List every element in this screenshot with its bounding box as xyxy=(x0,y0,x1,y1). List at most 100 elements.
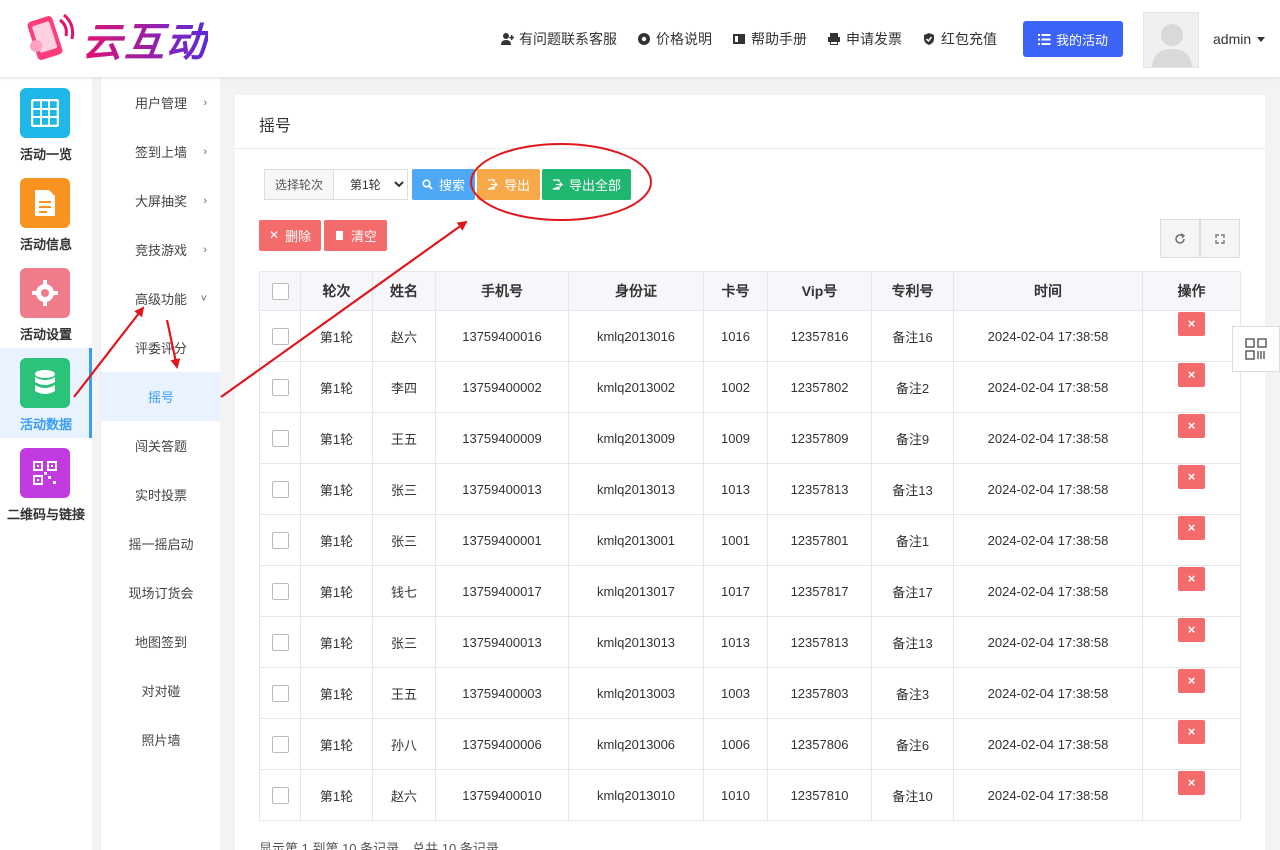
row-delete-button[interactable]: × xyxy=(1178,618,1205,643)
submenu-live-voting[interactable]: 实时投票 xyxy=(101,470,221,519)
row-delete-button[interactable]: × xyxy=(1178,414,1205,439)
row-select-cell[interactable] xyxy=(259,514,301,566)
table-cell: 张三 xyxy=(372,463,436,515)
row-delete-button[interactable]: × xyxy=(1178,669,1205,694)
search-button[interactable]: 搜索 xyxy=(412,169,476,200)
col-header[interactable]: 身份证 xyxy=(568,271,704,311)
fullscreen-button[interactable] xyxy=(1200,219,1240,258)
row-delete-button[interactable]: × xyxy=(1178,567,1205,592)
row-delete-button[interactable]: × xyxy=(1178,771,1205,796)
row-select-cell[interactable] xyxy=(259,412,301,464)
row-checkbox[interactable] xyxy=(271,378,289,396)
row-checkbox[interactable] xyxy=(271,480,289,498)
table-cell: 12357801 xyxy=(767,514,872,566)
submenu-advanced-features[interactable]: 高级功能 ˅ xyxy=(101,274,221,323)
row-delete-button[interactable]: × xyxy=(1178,363,1205,388)
submenu-photo-wall[interactable]: 照片墙 xyxy=(101,715,221,764)
round-select[interactable]: 第1轮 xyxy=(334,169,409,200)
row-select-cell[interactable] xyxy=(259,667,301,719)
col-header[interactable]: 专利号 xyxy=(871,271,954,311)
row-checkbox[interactable] xyxy=(271,735,289,753)
close-icon: ✕ xyxy=(269,228,280,242)
table-row[interactable]: 第1轮 钱七 13759400017 kmlq2013017 1017 12357817 备… xyxy=(259,565,1241,617)
user-name: admin xyxy=(1213,31,1252,47)
row-delete-button[interactable]: × xyxy=(1178,720,1205,745)
nav-invoice[interactable]: 申请发票 xyxy=(827,29,902,49)
table-cell: 钱七 xyxy=(372,565,436,617)
row-select-cell[interactable] xyxy=(259,361,301,413)
row-select-cell[interactable] xyxy=(259,718,301,770)
submenu-quiz-challenge[interactable]: 闯关答题 xyxy=(101,421,221,470)
submenu-order-fair[interactable]: 现场订货会 xyxy=(101,568,221,617)
row-checkbox[interactable] xyxy=(271,531,289,549)
floating-qrcode-button[interactable] xyxy=(1232,326,1280,372)
row-delete-button[interactable]: × xyxy=(1178,516,1205,541)
rail-item-qrcode-links[interactable]: 二维码与链接 xyxy=(0,438,92,528)
delete-button[interactable]: ✕ 删除 xyxy=(259,220,322,251)
row-checkbox[interactable] xyxy=(271,684,289,702)
rail-label: 二维码与链接 xyxy=(6,507,85,522)
col-header[interactable]: 手机号 xyxy=(435,271,569,311)
row-select-cell[interactable] xyxy=(259,310,301,362)
rail-label: 活动信息 xyxy=(19,237,72,252)
select-all-checkbox[interactable] xyxy=(271,282,289,300)
table-row[interactable]: 第1轮 张三 13759400013 kmlq2013013 1013 12357813 备… xyxy=(259,616,1241,668)
clear-button[interactable]: 清空 xyxy=(324,220,388,251)
row-select-cell[interactable] xyxy=(259,463,301,515)
row-checkbox[interactable] xyxy=(271,582,289,600)
submenu-map-checkin[interactable]: 地图签到 xyxy=(101,617,221,666)
nav-contact-support[interactable]: 有问题联系客服 xyxy=(500,29,617,49)
table-cell: 王五 xyxy=(372,412,436,464)
nav-red-packet-recharge[interactable]: 红包充值 xyxy=(922,29,997,49)
table-row[interactable]: 第1轮 王五 13759400003 kmlq2013003 1003 12357803 备… xyxy=(259,667,1241,719)
rail-item-activity-overview[interactable]: 活动一览 xyxy=(0,78,92,168)
row-select-cell[interactable] xyxy=(259,769,301,821)
rail-item-activity-data[interactable]: 活动数据 xyxy=(0,348,92,438)
row-checkbox[interactable] xyxy=(271,633,289,651)
brand-logo[interactable]: 云互动 xyxy=(22,10,232,68)
row-checkbox[interactable] xyxy=(271,327,289,345)
row-action-cell: × xyxy=(1142,616,1241,668)
table-row[interactable]: 第1轮 李四 13759400002 kmlq2013002 1002 12357802 备… xyxy=(259,361,1241,413)
nav-help-manual[interactable]: 帮助手册 xyxy=(732,29,807,49)
table-cell: 13759400009 xyxy=(435,412,569,464)
export-all-button[interactable]: 导出全部 xyxy=(542,169,632,200)
row-select-cell[interactable] xyxy=(259,565,301,617)
table-row[interactable]: 第1轮 孙八 13759400006 kmlq2013006 1006 12357806 备… xyxy=(259,718,1241,770)
row-delete-button[interactable]: × xyxy=(1178,465,1205,490)
select-all-cell[interactable] xyxy=(259,271,301,311)
col-header[interactable]: 轮次 xyxy=(300,271,373,311)
rail-item-activity-info[interactable]: 活动信息 xyxy=(0,168,92,258)
row-checkbox[interactable] xyxy=(271,429,289,447)
submenu-checkin-wall[interactable]: 签到上墙 › xyxy=(101,127,221,176)
col-header[interactable]: 姓名 xyxy=(372,271,436,311)
col-header[interactable]: 卡号 xyxy=(703,271,768,311)
col-header[interactable]: Vip号 xyxy=(767,271,872,311)
col-header[interactable]: 时间 xyxy=(953,271,1143,311)
submenu-user-management[interactable]: 用户管理 › xyxy=(101,78,221,127)
submenu-label: 高级功能 xyxy=(134,292,187,307)
row-select-cell[interactable] xyxy=(259,616,301,668)
table-row[interactable]: 第1轮 张三 13759400013 kmlq2013013 1013 12357813 备… xyxy=(259,463,1241,515)
my-activity-button[interactable]: 我的活动 xyxy=(1023,21,1123,57)
export-button[interactable]: 导出 xyxy=(477,169,541,200)
table-cell: 2024-02-04 17:38:58 xyxy=(953,616,1143,668)
table-cell: 2024-02-04 17:38:58 xyxy=(953,463,1143,515)
submenu-shake-start[interactable]: 摇一摇启动 xyxy=(101,519,221,568)
submenu-big-screen-lottery[interactable]: 大屏抽奖 › xyxy=(101,176,221,225)
table-row[interactable]: 第1轮 赵六 13759400010 kmlq2013010 1010 12357810 备… xyxy=(259,769,1241,821)
table-row[interactable]: 第1轮 赵六 13759400016 kmlq2013016 1016 12357816 备… xyxy=(259,310,1241,362)
table-row[interactable]: 第1轮 王五 13759400009 kmlq2013009 1009 12357809 备… xyxy=(259,412,1241,464)
submenu-lottery-draw[interactable]: 摇号 xyxy=(101,372,221,421)
table-row[interactable]: 第1轮 张三 13759400001 kmlq2013001 1001 12357801 备… xyxy=(259,514,1241,566)
submenu-competitive-games[interactable]: 竞技游戏 › xyxy=(101,225,221,274)
submenu-match-up[interactable]: 对对碰 xyxy=(101,666,221,715)
avatar[interactable] xyxy=(1143,12,1199,68)
row-delete-button[interactable]: × xyxy=(1178,312,1205,337)
row-checkbox[interactable] xyxy=(271,786,289,804)
submenu-judge-scoring[interactable]: 评委评分 xyxy=(101,323,221,372)
user-menu[interactable]: admin xyxy=(1213,31,1266,47)
refresh-button[interactable] xyxy=(1160,219,1200,258)
nav-pricing[interactable]: 价格说明 xyxy=(637,29,712,49)
rail-item-activity-settings[interactable]: 活动设置 xyxy=(0,258,92,348)
